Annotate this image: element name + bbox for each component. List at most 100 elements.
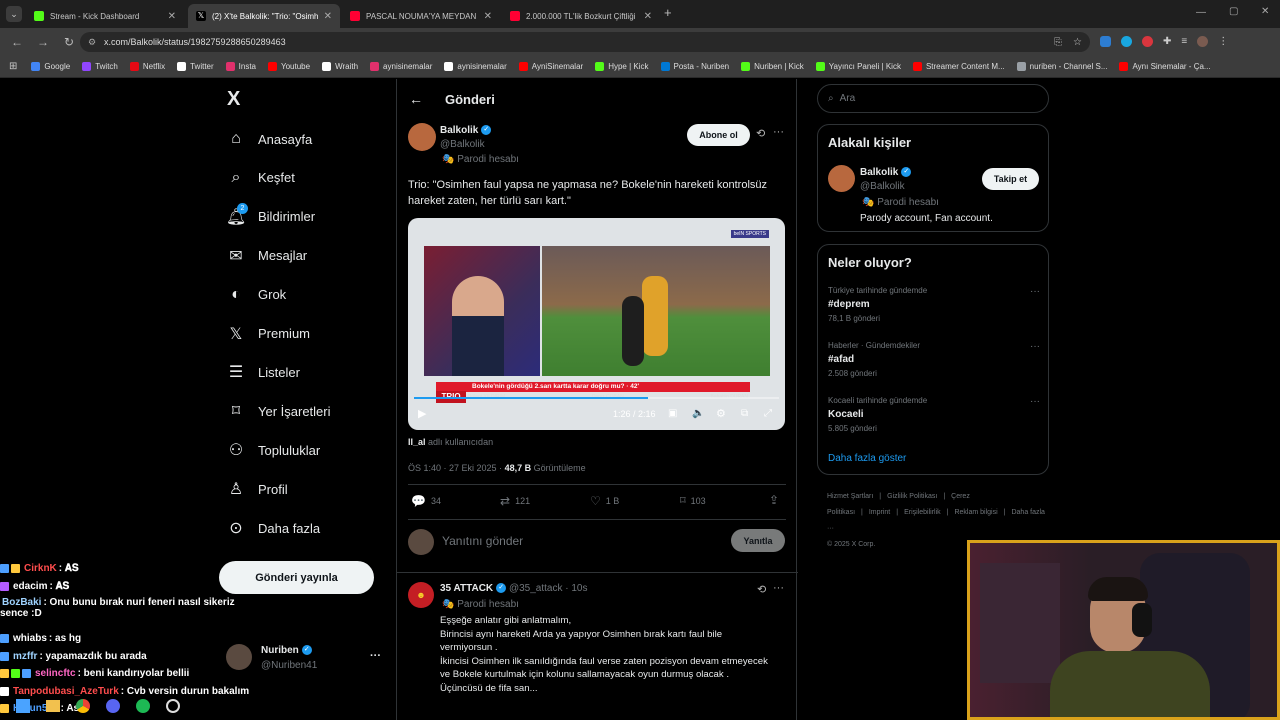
video-progress-track[interactable] (414, 397, 779, 399)
more-icon[interactable]: ··· (773, 582, 784, 594)
windows-start-icon[interactable] (16, 699, 30, 713)
reply-author-name[interactable]: 35 ATTACK (440, 583, 493, 594)
bookmark-item[interactable]: Youtube (268, 62, 310, 71)
reply-time[interactable]: · 10s (565, 583, 587, 594)
sidebar-item-6[interactable]: ☰ Listeler (226, 360, 300, 384)
browser-tab-active[interactable]: 𝕏 (2) X'te Balkolik: "Trio: "Osimhen ✕ (188, 4, 340, 28)
show-more-link[interactable]: Daha fazla göster (828, 453, 906, 464)
close-icon[interactable]: ✕ (168, 11, 176, 22)
chrome-icon[interactable] (76, 699, 90, 713)
install-icon[interactable]: ⎘ (1054, 37, 1062, 48)
bookmark-item[interactable]: Streamer Content M... (912, 62, 1005, 71)
discord-icon[interactable] (106, 699, 120, 713)
bookmark-item[interactable]: Wraith (322, 62, 358, 71)
captions-icon[interactable]: ▣ (668, 408, 677, 419)
maximize-icon[interactable]: ▢ (1229, 6, 1238, 17)
extension-icon[interactable] (1142, 36, 1153, 47)
reply-button[interactable]: Yanıtla (731, 529, 785, 552)
footer-link[interactable]: Gizlilik Politikası (887, 493, 937, 500)
bookmark-item[interactable]: nuriben - Channel S... (1016, 62, 1107, 71)
bookmark-item[interactable]: Insta (225, 62, 256, 71)
post-timestamp[interactable]: ÖS 1:40 · 27 Eki 2025 · (408, 463, 505, 473)
subscribe-button[interactable]: Abone ol (687, 124, 750, 146)
bookmark-item[interactable]: Twitch (82, 62, 118, 71)
related-name[interactable]: Balkolik (860, 167, 898, 178)
menu-icon[interactable]: ⋮ (1218, 36, 1228, 47)
fullscreen-icon[interactable]: ⤢ (764, 408, 772, 419)
apps-grid-icon[interactable]: ⊞ (9, 61, 17, 72)
back-icon[interactable]: ← (10, 35, 24, 49)
video-player[interactable]: beIN SPORTS Bokele'nin gördüğü 2.sarı ka… (408, 218, 785, 430)
back-arrow-icon[interactable]: ← (409, 91, 423, 107)
folder-icon[interactable] (46, 700, 60, 712)
window-close-icon[interactable]: ✕ (1261, 6, 1269, 17)
footer-link[interactable]: © 2025 X Corp. (827, 541, 875, 548)
reading-list-icon[interactable]: ≡ (1181, 36, 1187, 47)
shield-icon[interactable] (1100, 36, 1111, 47)
grok-icon[interactable]: ⟲ (757, 583, 766, 596)
bookmark-item[interactable]: Hype | Kick (595, 62, 649, 71)
browser-tab[interactable]: Stream - Kick Dashboard ✕ (26, 4, 184, 28)
reload-icon[interactable]: ↻ (62, 35, 76, 49)
more-icon[interactable]: ··· (1030, 341, 1040, 352)
sidebar-item-1[interactable]: ⌕ Keşfet (226, 166, 295, 190)
close-icon[interactable]: ✕ (324, 11, 332, 22)
bookmark-action[interactable]: ⌑ 103 (680, 494, 706, 507)
close-icon[interactable]: ✕ (644, 11, 652, 22)
sidebar-item-3[interactable]: ✉ Mesajlar (226, 244, 307, 268)
puzzle-icon[interactable]: ✚ (1163, 36, 1171, 47)
reply-input[interactable]: Yanıtını gönder (442, 534, 523, 548)
tab-search-button[interactable]: ⌄ (6, 6, 22, 22)
bookmark-item[interactable]: aynisinemalar (444, 62, 507, 71)
more-icon[interactable]: ··· (773, 126, 784, 138)
footer-link[interactable]: Erişilebilirlik (904, 509, 941, 516)
play-icon[interactable]: ▶ (418, 407, 426, 420)
sidebar-item-2[interactable]: 🔔︎ 2 Bildirimler (226, 202, 315, 229)
obs-icon[interactable] (166, 699, 180, 713)
bookmark-item[interactable]: Netflix (129, 62, 165, 71)
avatar[interactable] (408, 123, 436, 151)
close-icon[interactable]: ✕ (484, 11, 492, 22)
trend-item[interactable]: Türkiye tarihinde gündemde #deprem 78,1 B … (828, 286, 1040, 334)
bookmark-item[interactable]: aynisinemalar (370, 62, 432, 71)
footer-link[interactable]: Imprint (869, 509, 890, 516)
author-name[interactable]: Balkolik (440, 125, 478, 136)
volume-icon[interactable]: 🔈 (692, 408, 704, 419)
minimize-icon[interactable]: — (1196, 7, 1206, 18)
x-logo[interactable]: X (227, 88, 240, 111)
bookmark-item[interactable]: Aynı Sinemalar - Ça... (1119, 62, 1211, 71)
footer-link[interactable]: Hizmet Şartları (827, 493, 873, 500)
browser-tab[interactable]: 2.000.000 TL'lik Bozkurt Çiftliği ✕ (502, 4, 660, 28)
footer-link[interactable]: Reklam bilgisi (954, 509, 997, 516)
settings-gear-icon[interactable]: ⚙ (716, 407, 726, 420)
avatar[interactable]: ☻ (408, 582, 434, 608)
new-tab-button[interactable]: + (664, 5, 672, 20)
sidebar-item-10[interactable]: ⊙ Daha fazla (226, 516, 320, 540)
sidebar-item-4[interactable]: ◐ Grok (226, 283, 286, 307)
browser-tab[interactable]: PASCAL NOUMA'YA MEYDAN O ✕ (342, 4, 500, 28)
extension-icon[interactable] (1121, 36, 1132, 47)
star-icon[interactable]: ☆ (1073, 37, 1082, 48)
sidebar-item-7[interactable]: ⌑ Yer İşaretleri (226, 399, 331, 423)
search-box[interactable]: ⌕ Ara (817, 84, 1049, 113)
bookmark-item[interactable]: Posta - Nuriben (660, 62, 729, 71)
reply-action[interactable]: 💬 34 (411, 494, 441, 508)
trend-item[interactable]: Haberler · Gündemdekiler #afad 2.508 gönde… (828, 341, 1040, 389)
grok-icon[interactable]: ⟲ (756, 127, 765, 140)
forward-icon[interactable]: → (36, 35, 50, 49)
share-icon[interactable]: ⇪ (769, 493, 779, 507)
sidebar-item-0[interactable]: ⌂ Anasayfa (226, 127, 312, 151)
url-bar[interactable]: ⚙ x.com/Balkolik/status/19827592886502894… (80, 32, 1090, 52)
avatar[interactable] (828, 165, 855, 192)
bookmark-item[interactable]: Nuriben | Kick (741, 62, 804, 71)
follow-button[interactable]: Takip et (982, 168, 1039, 190)
bookmark-item[interactable]: Twitter (177, 62, 214, 71)
reply-author-handle[interactable]: @35_attack (509, 583, 563, 594)
pip-icon[interactable]: ⧉ (741, 408, 748, 419)
spotify-icon[interactable] (136, 699, 150, 713)
more-icon[interactable]: ··· (1030, 396, 1040, 407)
sidebar-item-5[interactable]: 𝕏 Premium (226, 322, 310, 346)
author-handle[interactable]: @Balkolik (440, 139, 485, 150)
like-action[interactable]: ♡ 1 B (590, 494, 619, 508)
bookmark-item[interactable]: Google (31, 62, 70, 71)
